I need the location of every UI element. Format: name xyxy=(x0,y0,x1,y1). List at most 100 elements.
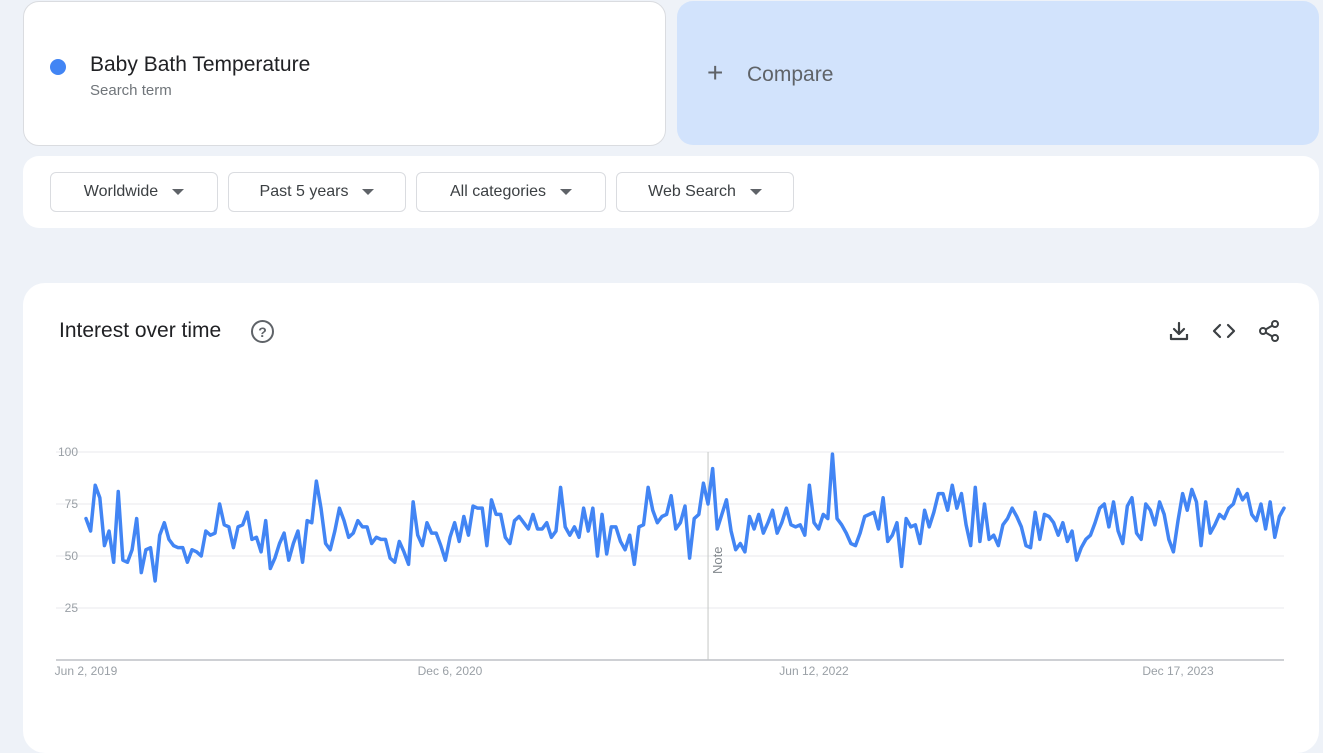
data-point xyxy=(678,521,682,525)
data-point xyxy=(176,546,180,550)
data-point xyxy=(296,529,300,533)
data-point xyxy=(1241,498,1245,502)
data-point xyxy=(637,525,641,529)
data-point xyxy=(411,500,415,504)
data-point xyxy=(821,512,825,516)
data-point xyxy=(199,554,203,558)
data-point xyxy=(927,525,931,529)
data-point xyxy=(807,483,811,487)
data-point xyxy=(1236,487,1240,491)
data-point xyxy=(909,525,913,529)
data-point xyxy=(697,512,701,516)
data-point xyxy=(503,535,507,539)
data-point xyxy=(430,531,434,535)
data-point xyxy=(853,544,857,548)
data-point xyxy=(1148,508,1152,512)
data-point xyxy=(1079,546,1083,550)
data-point xyxy=(407,562,411,566)
data-point xyxy=(305,519,309,523)
data-point xyxy=(457,539,461,543)
data-point xyxy=(195,550,199,554)
x-tick-label-1: Dec 6, 2020 xyxy=(418,664,483,678)
data-point xyxy=(996,544,1000,548)
data-point xyxy=(365,525,369,529)
data-point xyxy=(798,523,802,527)
data-point xyxy=(812,521,816,525)
data-point xyxy=(950,483,954,487)
data-point xyxy=(402,550,406,554)
data-point xyxy=(264,519,268,523)
data-point xyxy=(886,539,890,543)
data-point xyxy=(499,512,503,516)
data-point xyxy=(1213,523,1217,527)
data-point xyxy=(711,467,715,471)
data-point xyxy=(1038,537,1042,541)
data-point xyxy=(1217,512,1221,516)
data-point xyxy=(310,521,314,525)
data-point xyxy=(1135,531,1139,535)
data-point xyxy=(1107,525,1111,529)
data-point xyxy=(992,533,996,537)
data-point xyxy=(485,544,489,548)
data-point xyxy=(720,512,724,516)
data-point xyxy=(904,517,908,521)
data-point xyxy=(1144,502,1148,506)
data-point xyxy=(1130,496,1134,500)
data-point xyxy=(872,510,876,514)
data-point xyxy=(1208,531,1212,535)
data-point xyxy=(1075,558,1079,562)
data-point xyxy=(618,539,622,543)
data-point xyxy=(1029,546,1033,550)
y-tick-label-50: 50 xyxy=(65,549,79,563)
data-point xyxy=(287,558,291,562)
data-point xyxy=(545,521,549,525)
data-point xyxy=(356,519,360,523)
data-point xyxy=(572,525,576,529)
data-point xyxy=(319,506,323,510)
data-point xyxy=(1033,510,1037,514)
data-point xyxy=(609,525,613,529)
data-point xyxy=(715,527,719,531)
data-point xyxy=(222,523,226,527)
data-point xyxy=(628,533,632,537)
data-point xyxy=(1250,512,1254,516)
data-point xyxy=(278,542,282,546)
data-point xyxy=(1125,504,1129,508)
data-point xyxy=(1185,508,1189,512)
data-point xyxy=(987,537,991,541)
data-point xyxy=(388,556,392,560)
data-point xyxy=(771,508,775,512)
data-point xyxy=(748,514,752,518)
data-point xyxy=(863,514,867,518)
data-point xyxy=(1282,506,1286,510)
data-point xyxy=(241,523,245,527)
data-point xyxy=(803,533,807,537)
data-point xyxy=(959,492,963,496)
data-point xyxy=(743,550,747,554)
data-point xyxy=(245,510,249,514)
data-point xyxy=(983,502,987,506)
data-point xyxy=(1167,537,1171,541)
data-point xyxy=(1065,539,1069,543)
data-point xyxy=(1162,512,1166,516)
data-point xyxy=(688,556,692,560)
data-point xyxy=(282,531,286,535)
data-point xyxy=(577,535,581,539)
data-point xyxy=(844,531,848,535)
data-point xyxy=(254,535,258,539)
data-point xyxy=(462,514,466,518)
data-point xyxy=(374,535,378,539)
data-point xyxy=(955,506,959,510)
data-point xyxy=(466,533,470,537)
data-point xyxy=(1190,487,1194,491)
data-point xyxy=(333,529,337,533)
data-point xyxy=(116,490,120,494)
data-point xyxy=(158,533,162,537)
data-point xyxy=(476,506,480,510)
data-point xyxy=(384,537,388,541)
data-point xyxy=(130,548,134,552)
data-point xyxy=(439,544,443,548)
data-point xyxy=(162,521,166,525)
data-point xyxy=(738,542,742,546)
data-point xyxy=(531,512,535,516)
